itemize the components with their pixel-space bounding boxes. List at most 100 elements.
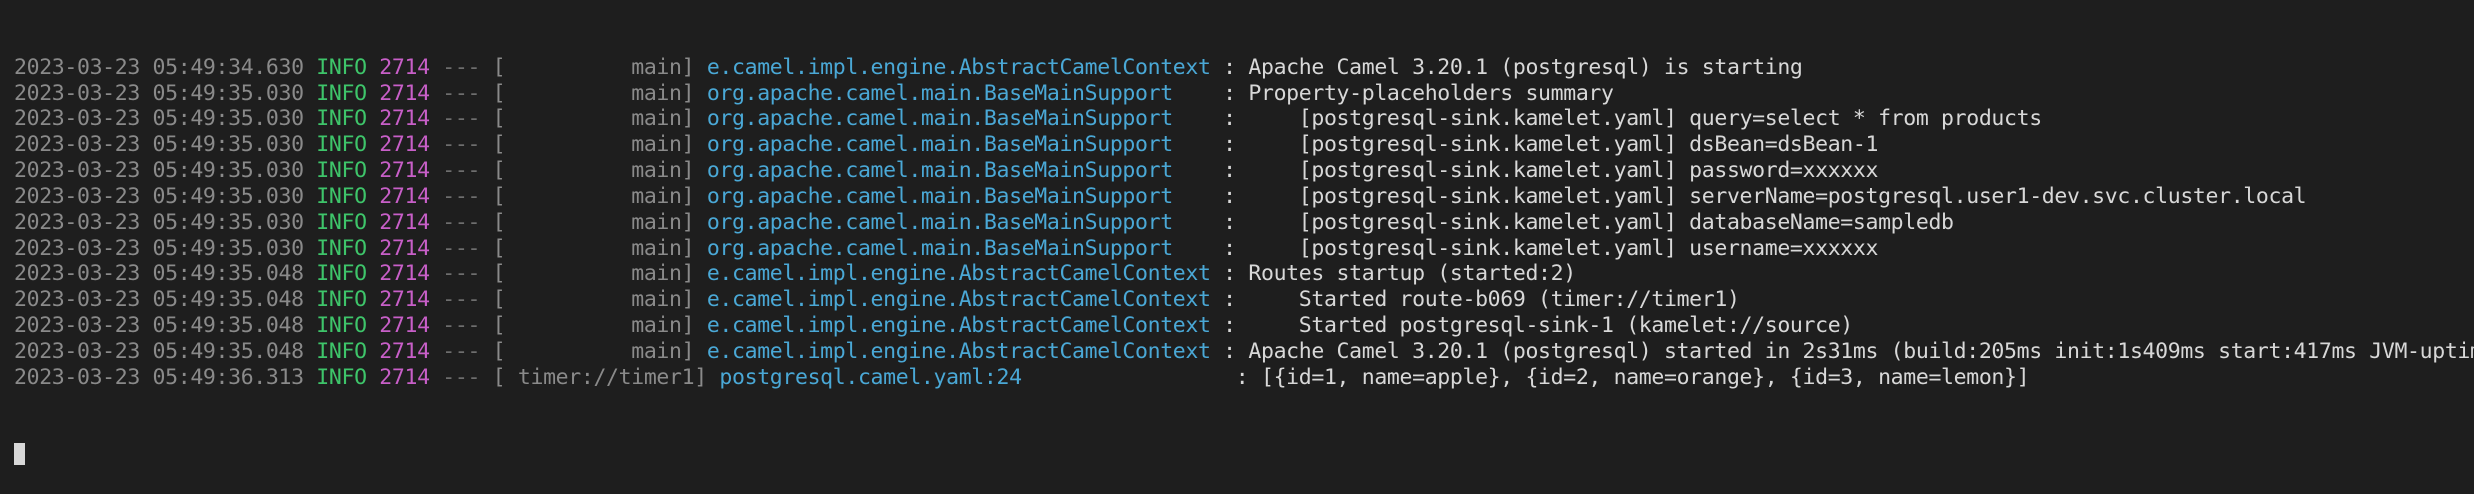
- log-separator: ---: [442, 209, 481, 235]
- log-level: INFO: [316, 235, 367, 261]
- log-thread: main: [505, 132, 682, 158]
- prompt-line[interactable]: [14, 442, 2474, 468]
- log-pid: 2714: [379, 313, 430, 339]
- log-logger: org.apache.camel.main.BaseMainSupport: [706, 235, 1211, 261]
- log-logger: postgresql.camel.yaml:24: [719, 364, 1224, 390]
- log-colon: :: [1210, 338, 1249, 364]
- log-level: INFO: [316, 158, 367, 184]
- log-logger: e.camel.impl.engine.AbstractCamelContext: [706, 54, 1211, 80]
- log-timestamp: 2023-03-23 05:49:35.030: [14, 106, 304, 132]
- log-pid: 2714: [379, 261, 430, 287]
- log-thread-close-bracket: ]: [681, 261, 707, 287]
- log-level: INFO: [316, 338, 367, 364]
- log-pid: 2714: [379, 132, 430, 158]
- log-timestamp: 2023-03-23 05:49:35.030: [14, 183, 304, 209]
- log-output: 2023-03-23 05:49:34.630 INFO 2714 --- [ …: [14, 55, 2474, 391]
- log-message: [postgresql-sink.kamelet.yaml] serverNam…: [1248, 183, 2307, 209]
- log-timestamp: 2023-03-23 05:49:36.313: [14, 364, 304, 390]
- log-thread-open-bracket: [: [480, 235, 506, 261]
- log-pid: 2714: [379, 80, 430, 106]
- log-timestamp: 2023-03-23 05:49:35.030: [14, 80, 304, 106]
- log-pid: 2714: [379, 183, 430, 209]
- log-logger: e.camel.impl.engine.AbstractCamelContext: [706, 261, 1211, 287]
- log-thread-close-bracket: ]: [681, 235, 707, 261]
- log-colon: :: [1210, 80, 1249, 106]
- log-colon: :: [1210, 132, 1249, 158]
- log-separator: ---: [442, 235, 481, 261]
- log-level: INFO: [316, 364, 367, 390]
- log-colon: :: [1210, 261, 1249, 287]
- log-level: INFO: [316, 54, 367, 80]
- log-thread-open-bracket: [: [480, 338, 506, 364]
- log-line: 2023-03-23 05:49:35.048 INFO 2714 --- [ …: [14, 287, 2474, 313]
- log-thread-open-bracket: [: [480, 261, 506, 287]
- log-line: 2023-03-23 05:49:35.048 INFO 2714 --- [ …: [14, 339, 2474, 365]
- log-line: 2023-03-23 05:49:35.030 INFO 2714 --- [ …: [14, 236, 2474, 262]
- log-thread-open-bracket: [: [480, 364, 506, 390]
- log-colon: :: [1210, 287, 1249, 313]
- log-message: Started postgresql-sink-1 (kamelet://sou…: [1248, 313, 1854, 339]
- log-thread: main: [505, 80, 682, 106]
- log-thread-close-bracket: ]: [681, 54, 707, 80]
- log-separator: ---: [442, 183, 481, 209]
- log-thread-open-bracket: [: [480, 158, 506, 184]
- log-thread-open-bracket: [: [480, 313, 506, 339]
- log-logger: org.apache.camel.main.BaseMainSupport: [706, 183, 1211, 209]
- log-thread-close-bracket: ]: [681, 209, 707, 235]
- log-thread-close-bracket: ]: [681, 80, 707, 106]
- log-separator: ---: [442, 338, 481, 364]
- log-separator: ---: [442, 80, 481, 106]
- log-message: [{id=1, name=apple}, {id=2, name=orange}…: [1260, 364, 2030, 390]
- log-thread: main: [505, 209, 682, 235]
- log-thread: main: [505, 183, 682, 209]
- log-line: 2023-03-23 05:49:35.048 INFO 2714 --- [ …: [14, 313, 2474, 339]
- log-message: Routes startup (started:2): [1248, 261, 1576, 287]
- log-level: INFO: [316, 261, 367, 287]
- log-thread-open-bracket: [: [480, 132, 506, 158]
- log-line: 2023-03-23 05:49:35.030 INFO 2714 --- [ …: [14, 132, 2474, 158]
- log-thread: main: [505, 106, 682, 132]
- log-separator: ---: [442, 106, 481, 132]
- log-thread-open-bracket: [: [480, 209, 506, 235]
- log-colon: :: [1210, 106, 1249, 132]
- log-colon: :: [1210, 209, 1249, 235]
- terminal-window[interactable]: 2023-03-23 05:49:34.630 INFO 2714 --- [ …: [0, 0, 2474, 494]
- log-thread-open-bracket: [: [480, 54, 506, 80]
- log-pid: 2714: [379, 338, 430, 364]
- log-message: [postgresql-sink.kamelet.yaml] dsBean=ds…: [1248, 132, 1879, 158]
- log-thread: main: [505, 235, 682, 261]
- log-thread-close-bracket: ]: [694, 364, 720, 390]
- log-timestamp: 2023-03-23 05:49:35.030: [14, 158, 304, 184]
- text-cursor: [14, 443, 25, 466]
- log-message: [postgresql-sink.kamelet.yaml] password=…: [1248, 158, 1879, 184]
- log-line: 2023-03-23 05:49:36.313 INFO 2714 --- [ …: [14, 365, 2474, 391]
- log-pid: 2714: [379, 106, 430, 132]
- log-colon: :: [1210, 313, 1249, 339]
- log-thread-open-bracket: [: [480, 183, 506, 209]
- log-message: Property-placeholders summary: [1248, 80, 1614, 106]
- log-line: 2023-03-23 05:49:35.030 INFO 2714 --- [ …: [14, 184, 2474, 210]
- log-logger: e.camel.impl.engine.AbstractCamelContext: [706, 313, 1211, 339]
- log-pid: 2714: [379, 364, 430, 390]
- log-pid: 2714: [379, 158, 430, 184]
- log-thread: main: [505, 158, 682, 184]
- log-separator: ---: [442, 54, 481, 80]
- log-message: Apache Camel 3.20.1 (postgresql) started…: [1248, 338, 2474, 364]
- log-colon: :: [1210, 183, 1249, 209]
- log-timestamp: 2023-03-23 05:49:35.048: [14, 287, 304, 313]
- log-message: [postgresql-sink.kamelet.yaml] databaseN…: [1248, 209, 1954, 235]
- log-level: INFO: [316, 209, 367, 235]
- log-separator: ---: [442, 132, 481, 158]
- log-thread-close-bracket: ]: [681, 287, 707, 313]
- log-timestamp: 2023-03-23 05:49:35.030: [14, 132, 304, 158]
- log-level: INFO: [316, 132, 367, 158]
- log-timestamp: 2023-03-23 05:49:34.630: [14, 54, 304, 80]
- log-level: INFO: [316, 313, 367, 339]
- log-separator: ---: [442, 287, 481, 313]
- log-thread-close-bracket: ]: [681, 106, 707, 132]
- log-separator: ---: [442, 313, 481, 339]
- log-timestamp: 2023-03-23 05:49:35.048: [14, 261, 304, 287]
- log-colon: :: [1210, 235, 1249, 261]
- log-line: 2023-03-23 05:49:35.030 INFO 2714 --- [ …: [14, 210, 2474, 236]
- log-line: 2023-03-23 05:49:35.030 INFO 2714 --- [ …: [14, 158, 2474, 184]
